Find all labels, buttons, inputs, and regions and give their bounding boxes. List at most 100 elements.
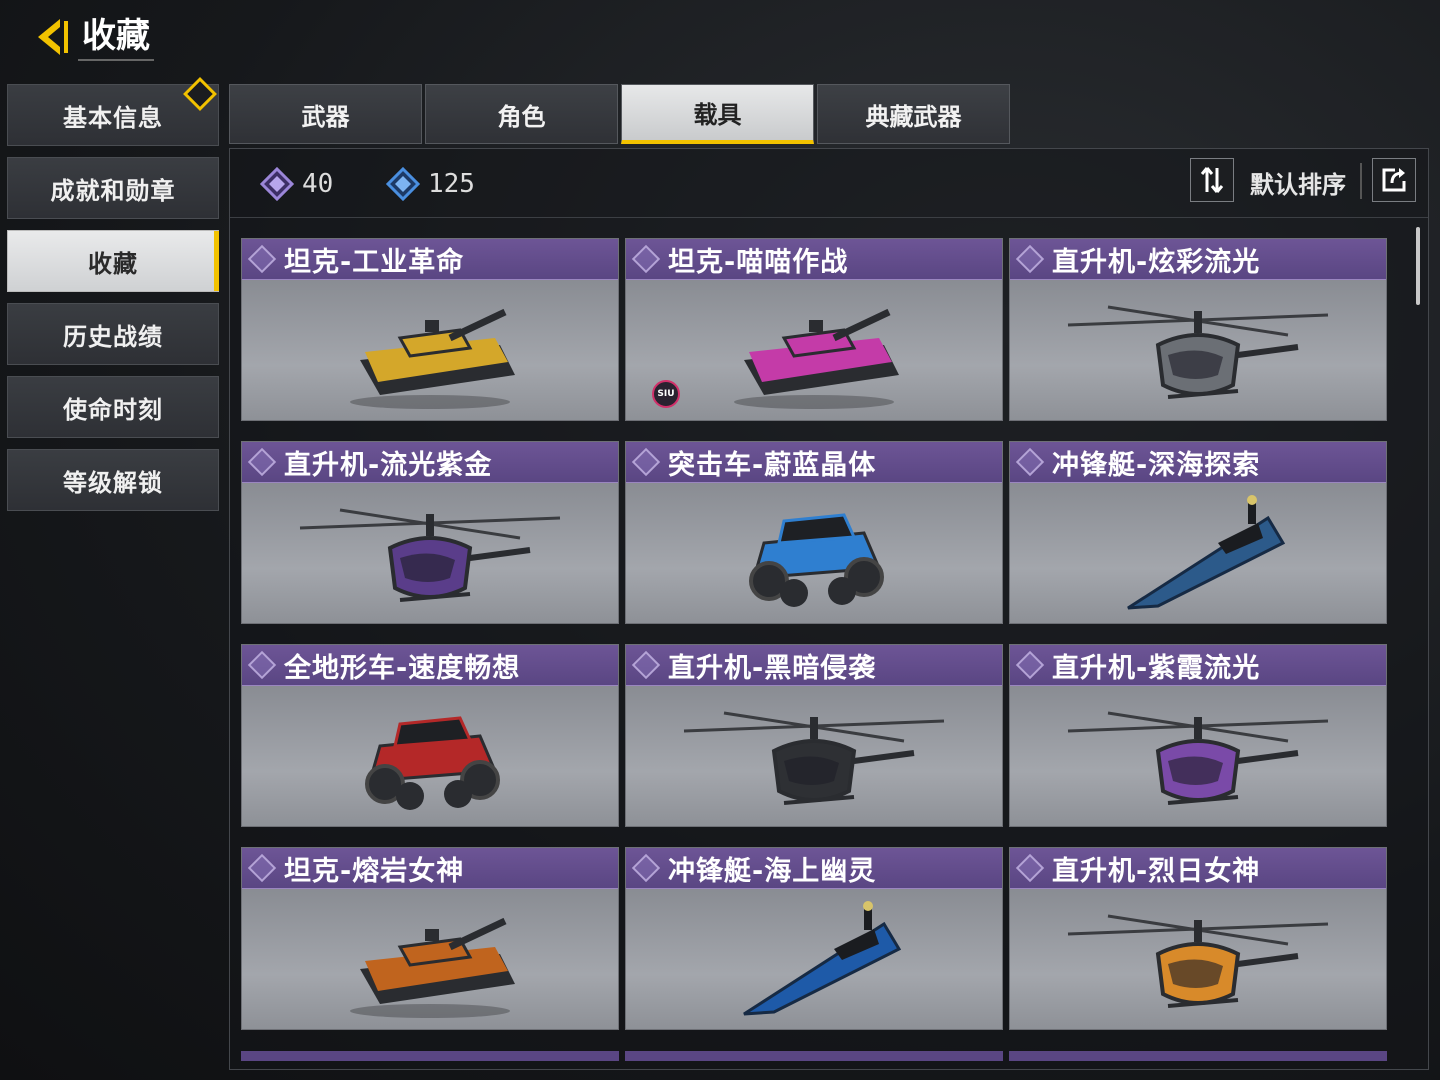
- vehicle-card[interactable]: 直升机-黑暗侵袭: [625, 644, 1003, 827]
- vehicle-card-header: 直升机-紫霞流光: [1010, 645, 1386, 686]
- rarity-gem-icon: [247, 244, 277, 274]
- vehicle-card[interactable]: 全地形车-速度畅想: [241, 644, 619, 827]
- vehicle-name: 坦克-熔岩女神: [284, 855, 465, 887]
- vehicle-card-header: 冲锋艇-海上幽灵: [626, 848, 1002, 889]
- back-button[interactable]: [30, 13, 78, 61]
- vehicle-card-header: 直升机-炫彩流光: [1010, 239, 1386, 280]
- sidebar-item-label: 使命时刻: [63, 395, 163, 424]
- sidebar-item-basic-info[interactable]: 基本信息: [7, 77, 219, 146]
- vehicle-card-header: 冲锋艇-深海探索: [1010, 442, 1386, 483]
- sidebar-item-label: 成就和勋章: [50, 176, 176, 205]
- notice-diamond-icon: [183, 77, 217, 111]
- partial-card[interactable]: [625, 1051, 1003, 1061]
- vehicle-name: 直升机-黑暗侵袭: [668, 652, 877, 684]
- vehicle-boat-icon: [626, 889, 1002, 1029]
- vehicle-tank-icon: [242, 280, 618, 420]
- vehicle-atv-icon: [242, 686, 618, 826]
- sidebar-item-level-unlock[interactable]: 等级解锁: [7, 449, 219, 511]
- currency-blue: 125: [386, 167, 475, 201]
- sort-button[interactable]: [1190, 158, 1234, 202]
- purple-diamond-icon: [260, 167, 294, 201]
- category-tabs: 武器 角色 载具 典藏武器: [229, 84, 1013, 144]
- vehicle-helicopter-icon: [1010, 686, 1386, 826]
- sort-label[interactable]: 默认排序: [1250, 165, 1346, 200]
- rarity-gem-icon: [1015, 447, 1045, 477]
- vehicle-card[interactable]: 坦克-工业革命: [241, 238, 619, 421]
- blue-diamond-icon: [386, 167, 420, 201]
- sidebar-item-history[interactable]: 历史战绩: [7, 303, 219, 365]
- rarity-gem-icon: [247, 447, 277, 477]
- tab-vehicles[interactable]: 载具: [621, 84, 814, 144]
- toolbar-divider: [1360, 163, 1362, 199]
- vehicle-name: 全地形车-速度畅想: [284, 652, 521, 684]
- vehicle-name: 坦克-工业革命: [284, 246, 465, 278]
- sidebar: 基本信息 成就和勋章 收藏 历史战绩 使命时刻 等级解锁: [7, 77, 219, 522]
- vehicle-card-header: 突击车-蔚蓝晶体: [626, 442, 1002, 483]
- partial-card[interactable]: [241, 1051, 619, 1061]
- vehicle-card[interactable]: 坦克-熔岩女神: [241, 847, 619, 1030]
- vehicle-helicopter-icon: [626, 686, 1002, 826]
- vehicle-helicopter-icon: [242, 483, 618, 623]
- sort-arrows-icon: [1200, 167, 1224, 193]
- sidebar-item-moments[interactable]: 使命时刻: [7, 376, 219, 438]
- currency-amount: 125: [428, 169, 475, 199]
- vehicle-name: 直升机-炫彩流光: [1052, 246, 1261, 278]
- sidebar-item-label: 历史战绩: [63, 322, 163, 351]
- rarity-gem-icon: [631, 650, 661, 680]
- share-icon: [1382, 168, 1406, 192]
- vehicle-card[interactable]: 直升机-烈日女神: [1009, 847, 1387, 1030]
- vehicle-name: 坦克-喵喵作战: [668, 246, 849, 278]
- rarity-gem-icon: [247, 853, 277, 883]
- scrollbar[interactable]: [1416, 227, 1420, 305]
- vehicle-card[interactable]: 冲锋艇-海上幽灵: [625, 847, 1003, 1030]
- currency-amount: 40: [302, 169, 334, 199]
- sidebar-item-achievements[interactable]: 成就和勋章: [7, 157, 219, 219]
- sidebar-item-label: 基本信息: [63, 103, 163, 132]
- vehicle-card[interactable]: 直升机-流光紫金: [241, 441, 619, 624]
- sidebar-item-collection[interactable]: 收藏: [7, 230, 219, 292]
- tab-legendary-weapons[interactable]: 典藏武器: [817, 84, 1010, 144]
- event-badge-icon: SIU: [652, 380, 680, 408]
- vehicle-name: 直升机-烈日女神: [1052, 855, 1261, 887]
- vehicle-card-header: 直升机-烈日女神: [1010, 848, 1386, 889]
- vehicle-card-header: 坦克-喵喵作战: [626, 239, 1002, 280]
- vehicle-buggy-icon: [626, 483, 1002, 623]
- tab-characters[interactable]: 角色: [425, 84, 618, 144]
- vehicle-name: 直升机-流光紫金: [284, 449, 493, 481]
- vehicle-tank-icon: [242, 889, 618, 1029]
- vehicle-name: 直升机-紫霞流光: [1052, 652, 1261, 684]
- collection-panel: 40 125 默认排序 坦克-工业革命 坦克-喵喵作战 SIU 直升机-炫彩流光…: [229, 148, 1429, 1070]
- vehicle-name: 冲锋艇-深海探索: [1052, 449, 1261, 481]
- sidebar-item-label: 收藏: [88, 249, 138, 278]
- tab-weapons[interactable]: 武器: [229, 84, 422, 144]
- share-button[interactable]: [1372, 158, 1416, 202]
- vehicle-helicopter-icon: [1010, 889, 1386, 1029]
- vehicle-card-header: 坦克-工业革命: [242, 239, 618, 280]
- vehicle-card-header: 坦克-熔岩女神: [242, 848, 618, 889]
- vehicle-card[interactable]: 坦克-喵喵作战 SIU: [625, 238, 1003, 421]
- page-title: 收藏: [78, 13, 154, 61]
- vehicle-boat-icon: [1010, 483, 1386, 623]
- rarity-gem-icon: [1015, 650, 1045, 680]
- rarity-gem-icon: [1015, 853, 1045, 883]
- rarity-gem-icon: [631, 447, 661, 477]
- rarity-gem-icon: [631, 853, 661, 883]
- vehicle-card-header: 全地形车-速度畅想: [242, 645, 618, 686]
- vehicle-name: 突击车-蔚蓝晶体: [668, 449, 877, 481]
- vehicle-card-header: 直升机-黑暗侵袭: [626, 645, 1002, 686]
- rarity-gem-icon: [247, 650, 277, 680]
- header: 收藏: [30, 12, 154, 62]
- vehicle-tank-icon: [626, 280, 1002, 420]
- vehicle-helicopter-icon: [1010, 280, 1386, 420]
- toolbar: 40 125 默认排序: [230, 149, 1428, 218]
- partial-card[interactable]: [1009, 1051, 1387, 1061]
- rarity-gem-icon: [631, 244, 661, 274]
- vehicle-card[interactable]: 冲锋艇-深海探索: [1009, 441, 1387, 624]
- vehicle-card-header: 直升机-流光紫金: [242, 442, 618, 483]
- vehicle-card[interactable]: 突击车-蔚蓝晶体: [625, 441, 1003, 624]
- vehicle-card[interactable]: 直升机-紫霞流光: [1009, 644, 1387, 827]
- vehicle-card[interactable]: 直升机-炫彩流光: [1009, 238, 1387, 421]
- currency-purple: 40: [260, 167, 333, 201]
- vehicle-name: 冲锋艇-海上幽灵: [668, 855, 877, 887]
- back-arrow-icon: [38, 19, 68, 55]
